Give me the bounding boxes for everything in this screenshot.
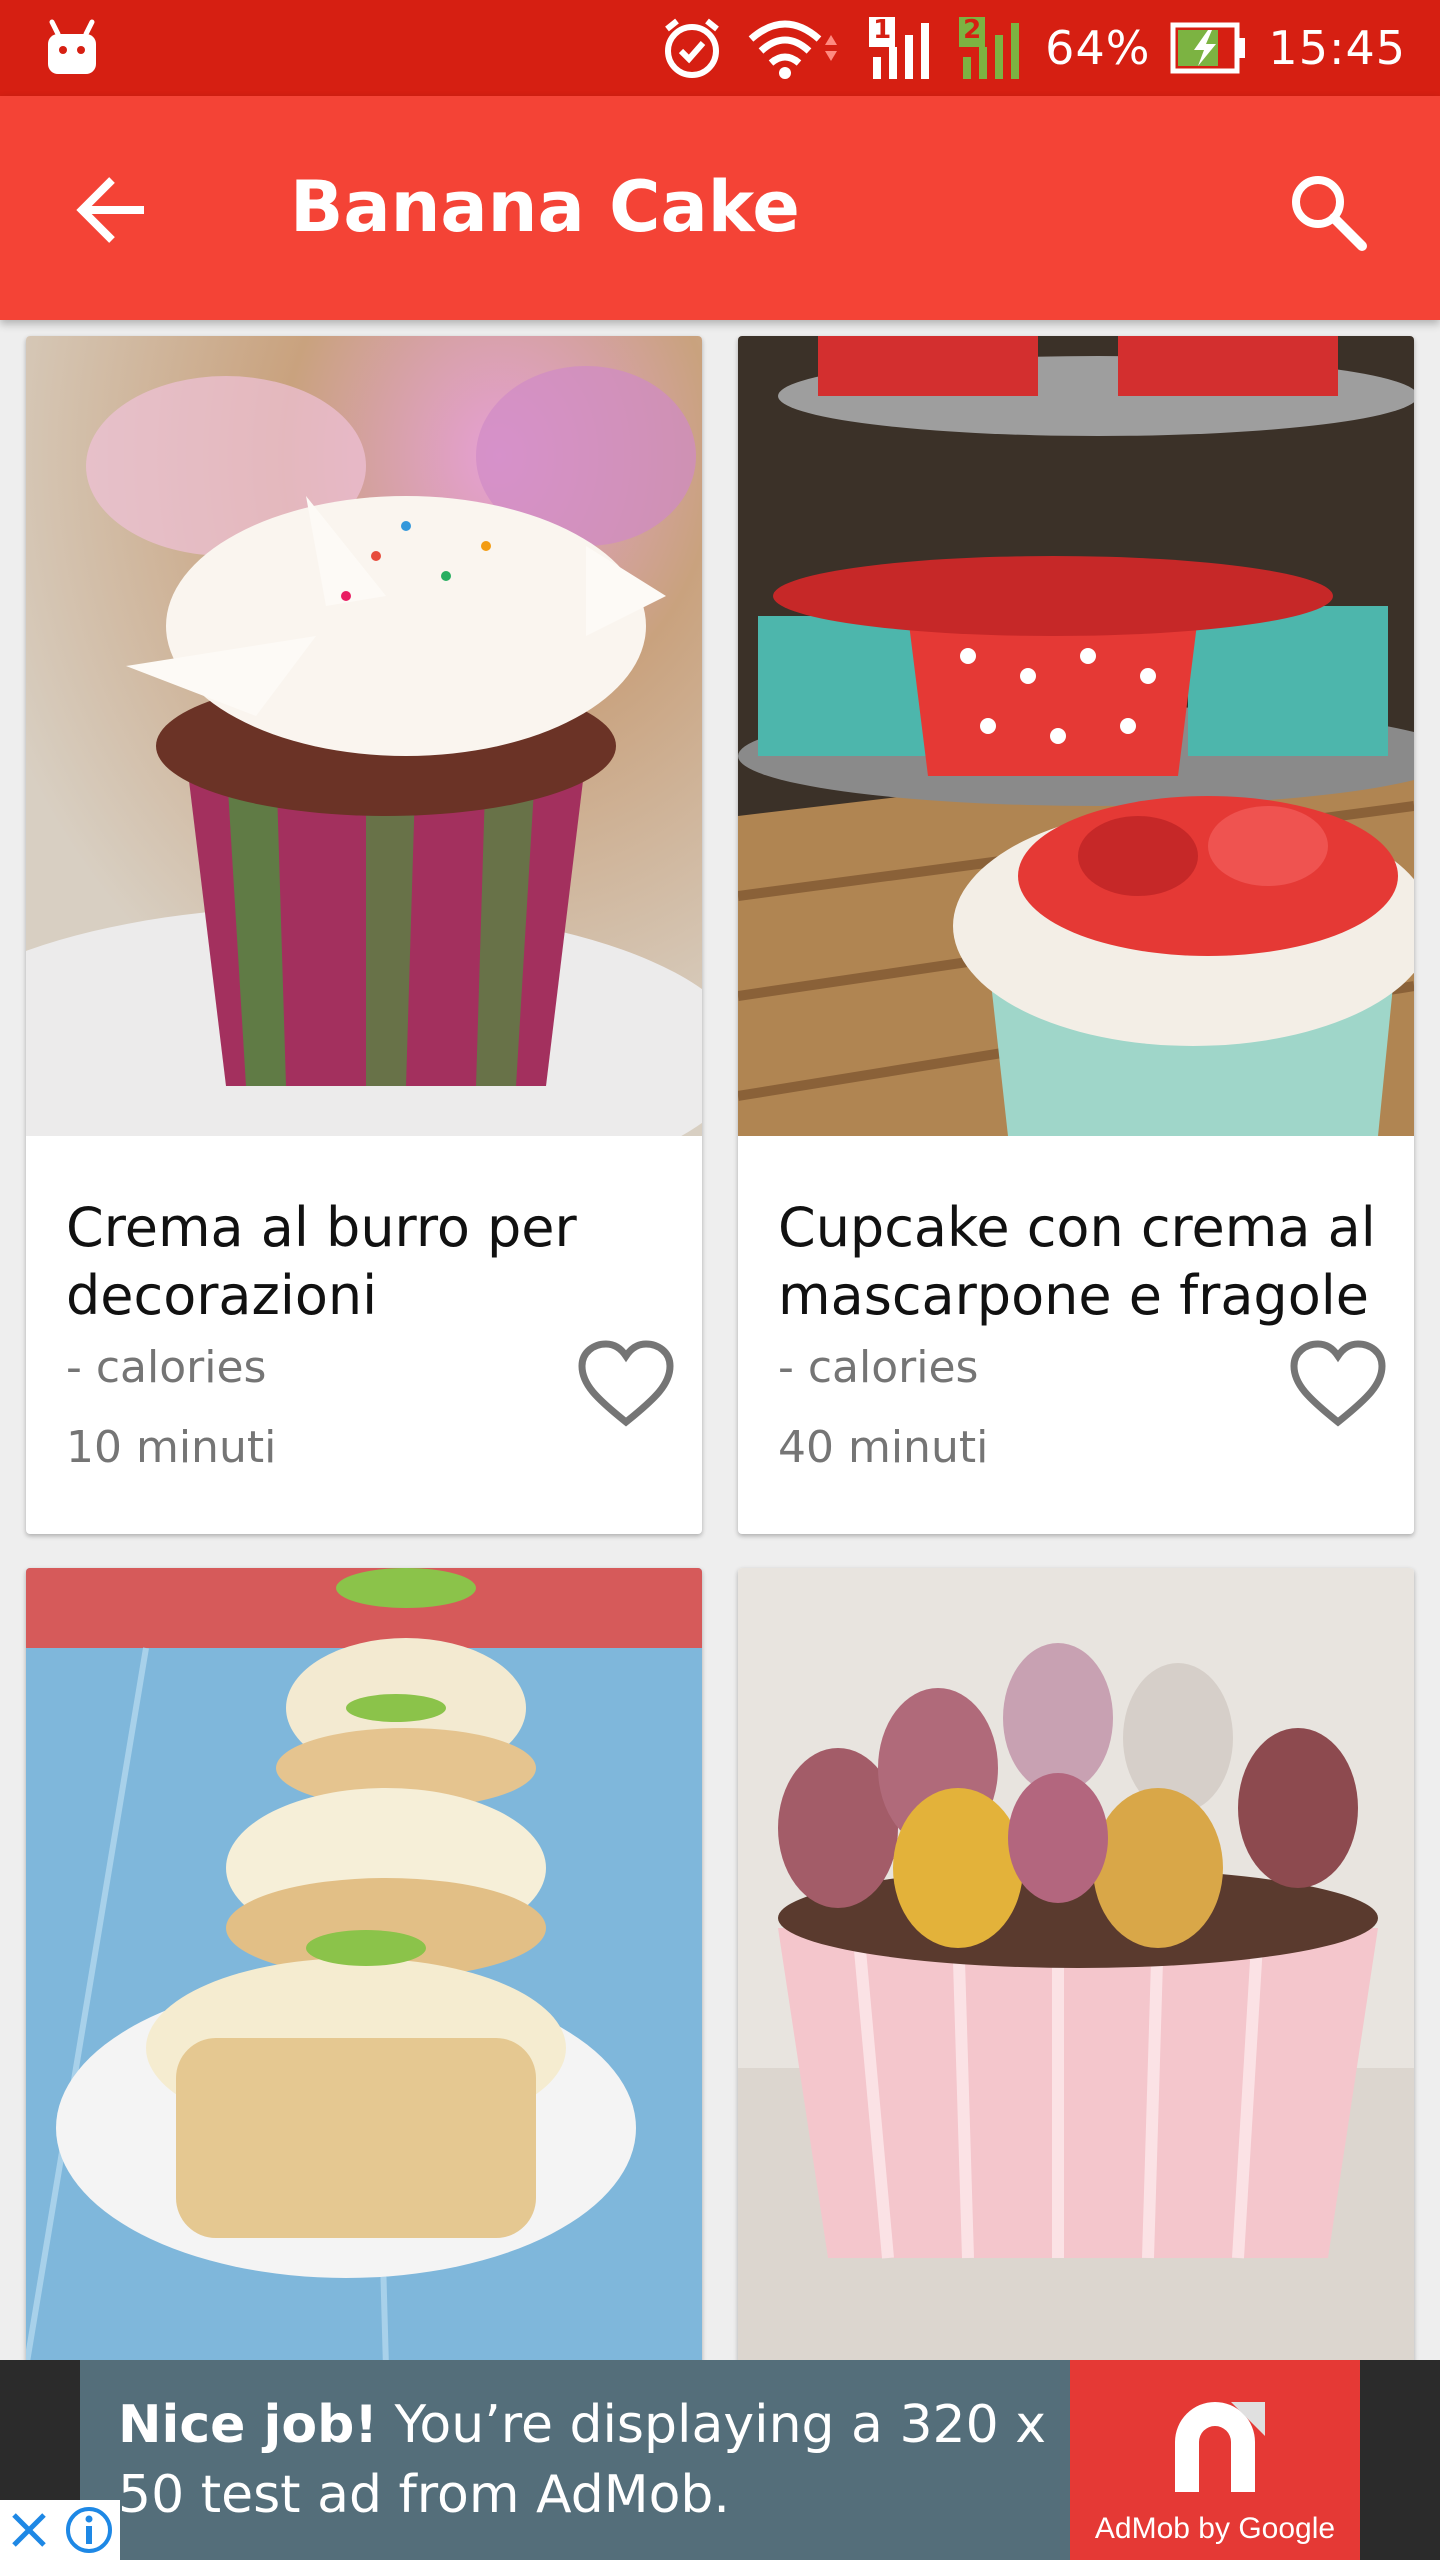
page-title: Banana Cake [290,166,800,248]
recipe-image [26,1568,702,2368]
sim2-label: 2 [963,15,982,45]
admob-icon [1175,2402,1265,2492]
recipe-card[interactable]: Crema al burro per decorazioni - calorie… [26,336,702,1534]
recipe-calories: - calories [66,1342,267,1393]
heart-icon[interactable] [1288,1340,1388,1430]
status-bar: 1 2 64% 15:45 [0,0,1440,96]
ad-headline: Nice job! [118,2395,379,2455]
ad-text: Nice job! You’re displaying a 320 x 50 t… [118,2390,1098,2530]
recipe-image [738,336,1414,1136]
recipe-title: Crema al burro per decorazioni [66,1196,577,1327]
arrow-back-icon[interactable] [74,172,150,248]
recipe-time: 10 minuti [66,1422,277,1473]
alarm-icon [665,18,720,78]
sim2-signal-icon: 2 [955,13,1025,83]
ad-content[interactable]: Nice job! You’re displaying a 320 x 50 t… [80,2360,1360,2560]
sim1-signal-icon: 1 [865,13,935,83]
clock: 15:45 [1268,21,1406,75]
admob-brand: AdMob by Google [1094,2512,1336,2545]
admob-logo[interactable]: AdMob by Google [1070,2360,1360,2560]
ad-banner[interactable]: Nice job! You’re displaying a 320 x 50 t… [0,2360,1440,2560]
battery-percent: 64% [1045,21,1151,75]
recipe-time: 40 minuti [778,1422,989,1473]
search-icon[interactable] [1286,170,1368,252]
recipe-image [738,1568,1414,2368]
ad-controls [0,2500,120,2560]
recipe-card[interactable] [26,1568,702,2468]
app-bar: Banana Cake [0,96,1440,320]
recipe-card[interactable] [738,1568,1414,2468]
recipe-card[interactable]: Cupcake con crema al mascarpone e fragol… [738,336,1414,1534]
recipe-calories: - calories [778,1342,979,1393]
close-icon[interactable] [6,2507,52,2553]
battery-charging-icon [1170,22,1246,74]
info-icon[interactable] [64,2505,114,2555]
wifi-icon [748,20,838,79]
recipe-image [26,336,702,1136]
recipe-title: Cupcake con crema al mascarpone e fragol… [778,1196,1376,1327]
android-icon [48,19,96,74]
heart-icon[interactable] [576,1340,676,1430]
sim1-label: 1 [873,15,892,45]
